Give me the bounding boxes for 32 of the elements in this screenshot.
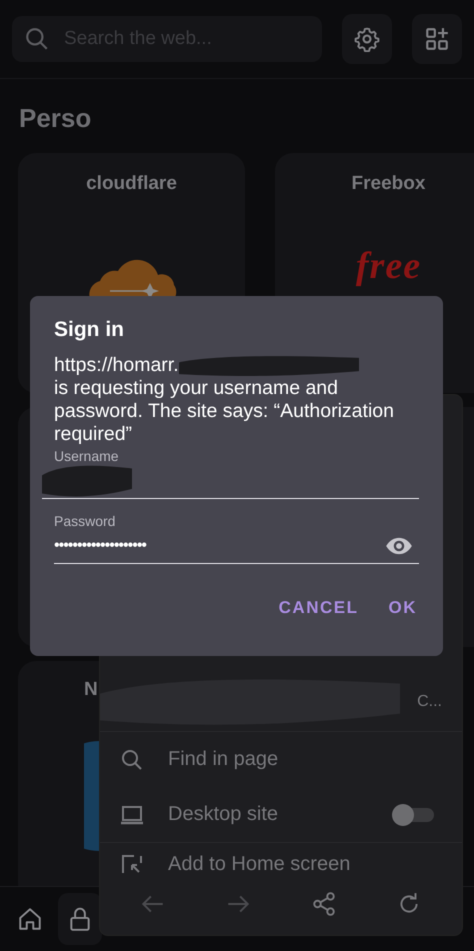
settings-icon	[354, 26, 380, 52]
add-to-home-icon	[120, 853, 144, 873]
freebox-logo: free	[354, 244, 422, 288]
menu-item[interactable]: C...	[100, 673, 462, 731]
search-icon	[120, 748, 144, 772]
circle-logo-icon	[84, 741, 100, 851]
password-field[interactable]: ••••••••••••••••••••	[54, 529, 419, 564]
lock-button[interactable]	[58, 893, 102, 945]
site-url: https://homarr.	[54, 354, 179, 377]
username-field[interactable]	[42, 464, 419, 499]
menu-item[interactable]: Add to Home screen	[100, 843, 462, 873]
tile-title: Freebox	[352, 173, 426, 195]
ok-button[interactable]: OK	[380, 592, 425, 624]
tile-title: N	[84, 679, 98, 701]
tile-title: cloudflare	[86, 173, 177, 195]
add-widget-icon	[424, 26, 450, 52]
search-icon	[24, 26, 50, 52]
home-icon	[17, 906, 43, 932]
menu-item[interactable]: Find in page	[100, 732, 462, 787]
menu-item-label: Add to Home screen	[168, 853, 352, 873]
share-icon	[310, 891, 337, 917]
menu-item[interactable]: Desktop site	[100, 787, 462, 842]
section-title: Perso	[19, 103, 92, 135]
menu-item-label: C...	[416, 693, 442, 711]
add-widget-button[interactable]	[412, 14, 462, 64]
cancel-button[interactable]: CANCEL	[270, 592, 366, 624]
menu-item-label: Desktop site	[168, 803, 280, 826]
password-label: Password	[54, 513, 116, 529]
menu-item-label: Find in page	[168, 748, 280, 771]
settings-button[interactable]	[342, 14, 392, 64]
dialog-title: Sign in	[54, 318, 125, 342]
username-label: Username	[54, 448, 120, 464]
